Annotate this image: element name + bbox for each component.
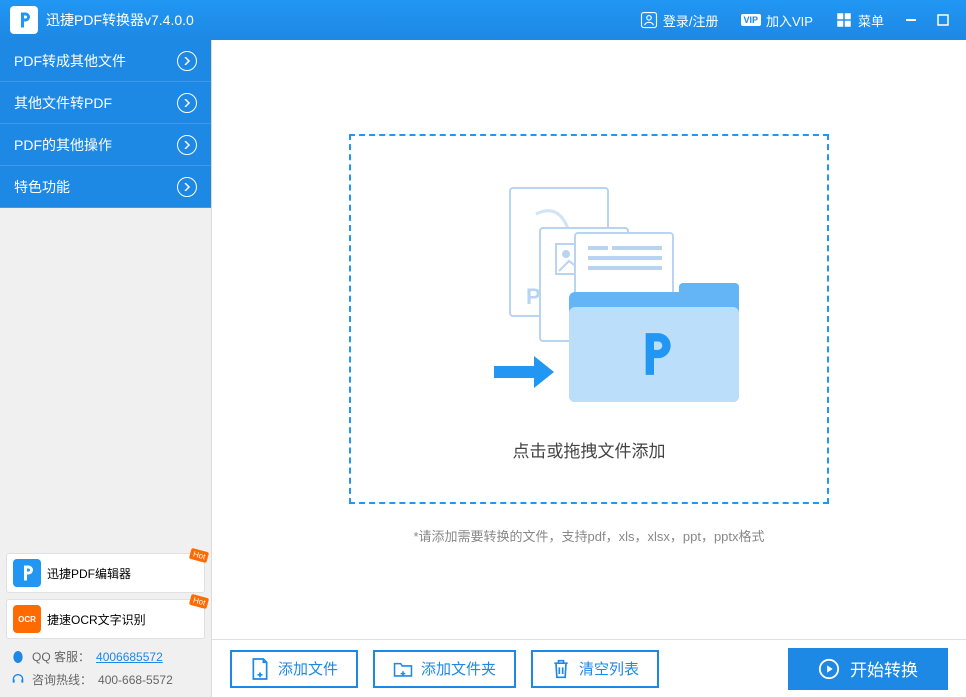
main-area: PDF (212, 40, 966, 697)
app-logo-icon (10, 6, 38, 34)
add-folder-button[interactable]: 添加文件夹 (373, 650, 516, 688)
chevron-right-icon (177, 93, 197, 113)
vip-label: 加入VIP (766, 11, 813, 30)
hot-badge: Hot (188, 548, 209, 563)
format-hint: *请添加需要转换的文件，支持pdf，xls，xlsx，ppt，pptx格式 (413, 526, 764, 545)
sidebar-item-label: PDF转成其他文件 (14, 51, 126, 71)
menu-button[interactable]: 菜单 (825, 0, 894, 40)
start-convert-button[interactable]: 开始转换 (788, 648, 948, 690)
sidebar-item-label: 其他文件转PDF (14, 93, 112, 113)
titlebar-left: 迅捷PDF转换器v7.4.0.0 (0, 6, 194, 34)
qq-support: QQ 客服： 4006685572 (6, 645, 205, 668)
file-add-icon (250, 657, 270, 681)
button-label: 开始转换 (850, 656, 918, 681)
maximize-button[interactable] (928, 5, 958, 35)
arrow-right-icon (489, 352, 559, 397)
folder-icon (569, 277, 739, 402)
dropzone-text: 点击或拖拽文件添加 (513, 437, 666, 462)
hot-badge: Hot (188, 594, 209, 609)
chevron-right-icon (177, 135, 197, 155)
button-label: 清空列表 (579, 658, 639, 679)
chevron-right-icon (177, 51, 197, 71)
button-label: 添加文件夹 (421, 658, 496, 679)
sidebar-spacer (0, 208, 211, 547)
clear-list-button[interactable]: 清空列表 (531, 650, 659, 688)
vip-badge-icon: VIP (741, 14, 762, 26)
sidebar-nav: PDF转成其他文件 其他文件转PDF PDF的其他操作 特色功能 (0, 40, 211, 208)
promo-pdf-editor[interactable]: 迅捷PDF编辑器 Hot (6, 553, 205, 593)
chevron-right-icon (177, 177, 197, 197)
content: PDF转成其他文件 其他文件转PDF PDF的其他操作 特色功能 (0, 40, 966, 697)
qq-label: QQ 客服： (32, 648, 90, 665)
login-button[interactable]: 登录/注册 (630, 0, 729, 40)
sidebar: PDF转成其他文件 其他文件转PDF PDF的其他操作 特色功能 (0, 40, 212, 697)
grid-icon (835, 11, 853, 29)
app-title: 迅捷PDF转换器v7.4.0.0 (46, 10, 194, 30)
sidebar-item-label: PDF的其他操作 (14, 135, 112, 155)
sidebar-item-label: 特色功能 (14, 177, 70, 197)
titlebar: 迅捷PDF转换器v7.4.0.0 登录/注册 VIP 加入VIP 菜单 (0, 0, 966, 40)
bottom-toolbar: 添加文件 添加文件夹 清空列表 开始转换 (212, 639, 966, 697)
button-label: 添加文件 (278, 658, 338, 679)
file-dropzone[interactable]: PDF (349, 134, 829, 504)
dropzone-illustration: PDF (449, 177, 729, 417)
folder-add-icon (393, 657, 413, 681)
trash-icon (551, 657, 571, 681)
sidebar-item-pdf-to-other[interactable]: PDF转成其他文件 (0, 40, 211, 82)
add-file-button[interactable]: 添加文件 (230, 650, 358, 688)
sidebar-bottom: 迅捷PDF编辑器 Hot OCR 捷速OCR文字识别 Hot QQ 客服： 40… (0, 547, 211, 697)
promo-label: 迅捷PDF编辑器 (47, 565, 131, 582)
main-content: PDF (212, 40, 966, 639)
qq-number-link[interactable]: 4006685572 (96, 650, 163, 664)
promo-label: 捷速OCR文字识别 (47, 611, 146, 628)
menu-label: 菜单 (858, 11, 884, 30)
qq-icon (10, 649, 26, 665)
pdf-editor-icon (13, 559, 41, 587)
hotline-label: 咨询热线： (32, 671, 92, 688)
minimize-button[interactable] (896, 5, 926, 35)
titlebar-right: 登录/注册 VIP 加入VIP 菜单 (630, 0, 966, 40)
sidebar-item-special[interactable]: 特色功能 (0, 166, 211, 208)
play-icon (818, 658, 840, 680)
sidebar-item-pdf-other-ops[interactable]: PDF的其他操作 (0, 124, 211, 166)
user-icon (640, 11, 658, 29)
ocr-icon: OCR (13, 605, 41, 633)
promo-ocr[interactable]: OCR 捷速OCR文字识别 Hot (6, 599, 205, 639)
hotline-number: 400-668-5572 (98, 673, 173, 687)
login-label: 登录/注册 (663, 11, 719, 30)
sidebar-item-other-to-pdf[interactable]: 其他文件转PDF (0, 82, 211, 124)
hotline-support: 咨询热线： 400-668-5572 (6, 668, 205, 691)
vip-button[interactable]: VIP 加入VIP (731, 0, 823, 40)
headset-icon (10, 672, 26, 688)
